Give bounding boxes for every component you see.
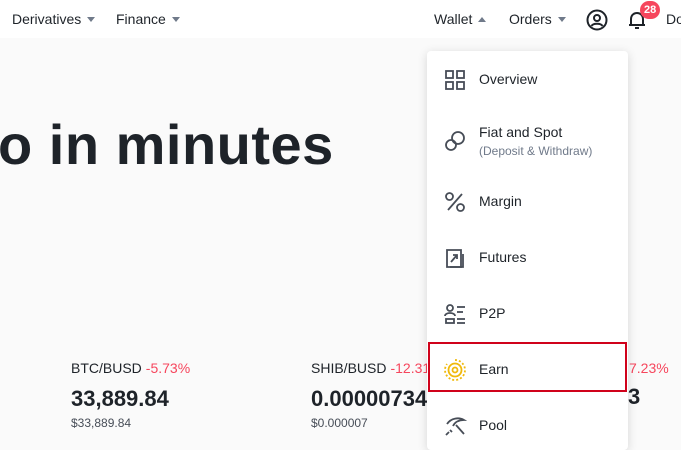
menu-label: Fiat and Spot — [479, 124, 563, 140]
ticker-price: 33,889.84 — [71, 386, 169, 411]
percent-icon — [443, 190, 467, 214]
nav-wallet-label: Wallet — [434, 11, 473, 27]
top-nav: Derivatives Finance Wallet Orders 28 Do — [0, 0, 681, 38]
menu-label: Pool — [479, 417, 508, 433]
menu-item-pool[interactable]: Pool — [427, 398, 628, 450]
menu-label: Futures — [479, 249, 527, 265]
ticker-pair: SHIB/BUSD — [311, 360, 387, 376]
pickaxe-icon — [443, 414, 468, 438]
chevron-down-icon — [87, 17, 96, 22]
coins-icon — [443, 129, 467, 153]
menu-item-futures[interactable]: Futures — [427, 230, 628, 284]
nav-wallet[interactable]: Wallet — [434, 11, 487, 27]
menu-sublabel: (Deposit & Withdraw) — [479, 144, 593, 158]
nav-orders-label: Orders — [509, 11, 552, 27]
chevron-down-icon — [557, 17, 566, 22]
ticker-pair: BTC/BUSD — [71, 360, 142, 376]
menu-item-overview[interactable]: Overview — [427, 52, 628, 106]
chevron-down-icon — [171, 17, 180, 22]
grid-icon — [443, 68, 467, 92]
nav-finance-label: Finance — [116, 11, 166, 27]
nav-finance[interactable]: Finance — [116, 11, 180, 27]
menu-label: P2P — [479, 305, 506, 321]
ticker-change-partial: 7.23% — [629, 360, 669, 376]
user-icon[interactable] — [585, 8, 609, 32]
menu-item-margin[interactable]: Margin — [427, 174, 628, 228]
ticker-shib[interactable]: SHIB/BUSD -12.31 0.00000734 $0.000007 — [311, 360, 430, 430]
futures-icon — [443, 246, 467, 270]
nav-truncated-label: Do — [666, 11, 681, 27]
ticker-change: -12.31 — [390, 360, 431, 376]
ticker-usd: $0.000007 — [311, 416, 368, 430]
p2p-icon — [443, 302, 467, 326]
chevron-up-icon — [478, 17, 487, 22]
earn-highlight-box — [428, 342, 627, 392]
ticker-change: -5.73% — [145, 360, 191, 376]
ticker-price-partial: 3 — [628, 384, 641, 409]
notification-badge: 28 — [640, 1, 661, 19]
menu-item-fiat-and-spot[interactable]: Fiat and Spot (Deposit & Withdraw) — [427, 112, 628, 166]
nav-derivatives[interactable]: Derivatives — [12, 11, 96, 27]
ticker-btc[interactable]: BTC/BUSD -5.73% 33,889.84 $33,889.84 — [71, 360, 190, 430]
ticker-usd: $33,889.84 — [71, 416, 132, 430]
nav-orders[interactable]: Orders — [509, 11, 566, 27]
hero-headline: o in minutes — [0, 113, 334, 176]
menu-label: Margin — [479, 193, 522, 209]
ticker-price: 0.00000734 — [311, 386, 428, 411]
nav-truncated-item[interactable]: Do — [666, 11, 681, 27]
menu-item-p2p[interactable]: P2P — [427, 286, 628, 340]
menu-label: Overview — [479, 71, 538, 87]
nav-derivatives-label: Derivatives — [12, 11, 82, 27]
